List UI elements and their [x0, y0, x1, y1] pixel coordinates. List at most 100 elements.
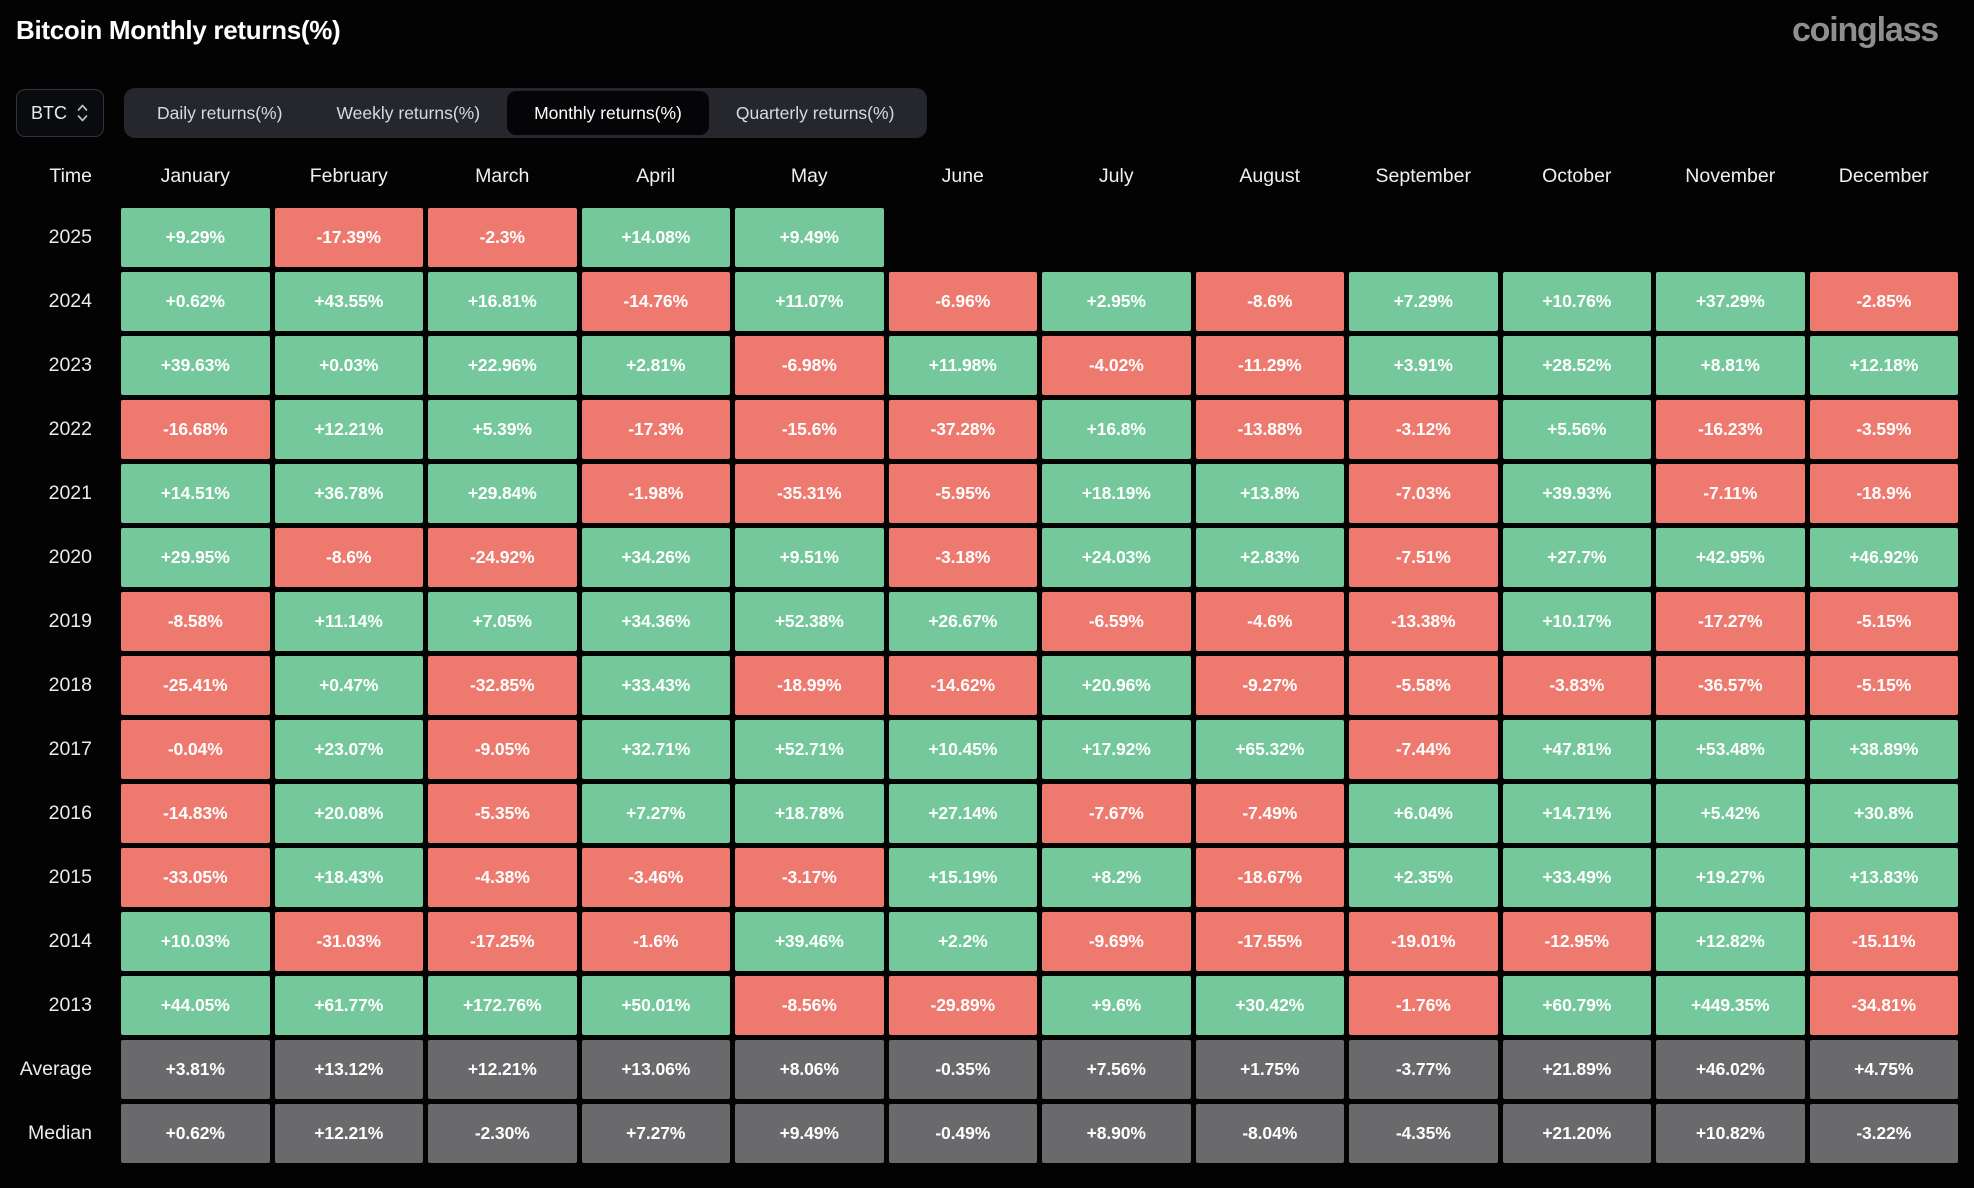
empty-cell: [1349, 208, 1498, 267]
tab-quarterly-returns[interactable]: Quarterly returns(%): [709, 91, 922, 135]
return-cell: +5.42%: [1656, 784, 1805, 843]
return-cell: +44.05%: [121, 976, 270, 1035]
return-cell: +9.51%: [735, 528, 884, 587]
return-cell: +39.63%: [121, 336, 270, 395]
return-cell: +8.81%: [1656, 336, 1805, 395]
return-cell: +2.83%: [1196, 528, 1345, 587]
return-cell: -8.6%: [275, 528, 424, 587]
return-cell: +2.81%: [582, 336, 731, 395]
return-cell: +16.8%: [1042, 400, 1191, 459]
month-header: July: [1042, 154, 1191, 198]
empty-cell: [1810, 208, 1959, 267]
return-cell: -7.67%: [1042, 784, 1191, 843]
row-label: 2015: [0, 848, 116, 907]
return-cell: -3.83%: [1503, 656, 1652, 715]
empty-cell: [1196, 208, 1345, 267]
return-cell: +27.14%: [889, 784, 1038, 843]
symbol-selector[interactable]: BTC: [16, 89, 104, 137]
return-cell: +16.81%: [428, 272, 577, 331]
return-cell: -7.49%: [1196, 784, 1345, 843]
return-cell: +52.71%: [735, 720, 884, 779]
table-row: 2016-14.83%+20.08%-5.35%+7.27%+18.78%+27…: [0, 784, 1958, 843]
return-cell: -37.28%: [889, 400, 1038, 459]
return-cell: -6.96%: [889, 272, 1038, 331]
row-label: 2013: [0, 976, 116, 1035]
row-label: Average: [0, 1040, 116, 1099]
tab-monthly-returns[interactable]: Monthly returns(%): [507, 91, 709, 135]
return-cell: +28.52%: [1503, 336, 1652, 395]
return-cell: -0.49%: [889, 1104, 1038, 1163]
table-row: 2025+9.29%-17.39%-2.3%+14.08%+9.49%: [0, 208, 1958, 267]
return-cell: +8.90%: [1042, 1104, 1191, 1163]
return-cell: +65.32%: [1196, 720, 1345, 779]
return-cell: +0.03%: [275, 336, 424, 395]
return-cell: +37.29%: [1656, 272, 1805, 331]
return-cell: +46.92%: [1810, 528, 1959, 587]
coinglass-logo: coinglass: [1792, 12, 1938, 48]
month-header: April: [582, 154, 731, 198]
return-cell: -17.39%: [275, 208, 424, 267]
return-cell: -13.38%: [1349, 592, 1498, 651]
return-cell: -1.98%: [582, 464, 731, 523]
return-cell: +18.78%: [735, 784, 884, 843]
return-cell: +52.38%: [735, 592, 884, 651]
empty-cell: [1656, 208, 1805, 267]
return-cell: +36.78%: [275, 464, 424, 523]
return-cell: +11.98%: [889, 336, 1038, 395]
return-cell: -14.83%: [121, 784, 270, 843]
month-header: January: [121, 154, 270, 198]
return-cell: +10.76%: [1503, 272, 1652, 331]
return-cell: +14.51%: [121, 464, 270, 523]
tab-daily-returns[interactable]: Daily returns(%): [130, 91, 309, 135]
return-cell: +33.43%: [582, 656, 731, 715]
return-cell: -5.35%: [428, 784, 577, 843]
table-row: 2023+39.63%+0.03%+22.96%+2.81%-6.98%+11.…: [0, 336, 1958, 395]
return-cell: +449.35%: [1656, 976, 1805, 1035]
table-row: 2017-0.04%+23.07%-9.05%+32.71%+52.71%+10…: [0, 720, 1958, 779]
return-cell: -16.68%: [121, 400, 270, 459]
return-cell: -4.38%: [428, 848, 577, 907]
return-cell: -17.27%: [1656, 592, 1805, 651]
tab-weekly-returns[interactable]: Weekly returns(%): [309, 91, 507, 135]
row-label: 2014: [0, 912, 116, 971]
return-cell: +10.17%: [1503, 592, 1652, 651]
return-cell: -15.11%: [1810, 912, 1959, 971]
return-cell: -35.31%: [735, 464, 884, 523]
return-cell: -0.04%: [121, 720, 270, 779]
return-cell: +8.06%: [735, 1040, 884, 1099]
return-cell: +34.26%: [582, 528, 731, 587]
return-cell: -8.6%: [1196, 272, 1345, 331]
table-row: 2022-16.68%+12.21%+5.39%-17.3%-15.6%-37.…: [0, 400, 1958, 459]
return-cell: +50.01%: [582, 976, 731, 1035]
return-cell: +61.77%: [275, 976, 424, 1035]
return-cell: -5.15%: [1810, 656, 1959, 715]
return-cell: +5.39%: [428, 400, 577, 459]
return-cell: -36.57%: [1656, 656, 1805, 715]
row-label: 2023: [0, 336, 116, 395]
return-cell: +9.6%: [1042, 976, 1191, 1035]
return-cell: +0.62%: [121, 1104, 270, 1163]
time-column-header: Time: [0, 154, 116, 198]
return-cell: -2.3%: [428, 208, 577, 267]
return-cell: +1.75%: [1196, 1040, 1345, 1099]
return-cell: -19.01%: [1349, 912, 1498, 971]
row-label: 2020: [0, 528, 116, 587]
return-cell: +8.2%: [1042, 848, 1191, 907]
return-cell: +2.95%: [1042, 272, 1191, 331]
row-label: 2024: [0, 272, 116, 331]
return-cell: +13.83%: [1810, 848, 1959, 907]
return-cell: -3.17%: [735, 848, 884, 907]
return-cell: +0.62%: [121, 272, 270, 331]
return-cell: -3.18%: [889, 528, 1038, 587]
return-cell: -6.59%: [1042, 592, 1191, 651]
return-cell: +3.91%: [1349, 336, 1498, 395]
return-cell: +14.08%: [582, 208, 731, 267]
return-cell: -14.62%: [889, 656, 1038, 715]
return-cell: -3.46%: [582, 848, 731, 907]
return-cell: +14.71%: [1503, 784, 1652, 843]
return-cell: +30.8%: [1810, 784, 1959, 843]
return-cell: +21.89%: [1503, 1040, 1652, 1099]
return-cell: -2.85%: [1810, 272, 1959, 331]
return-cell: +23.07%: [275, 720, 424, 779]
row-label: 2019: [0, 592, 116, 651]
